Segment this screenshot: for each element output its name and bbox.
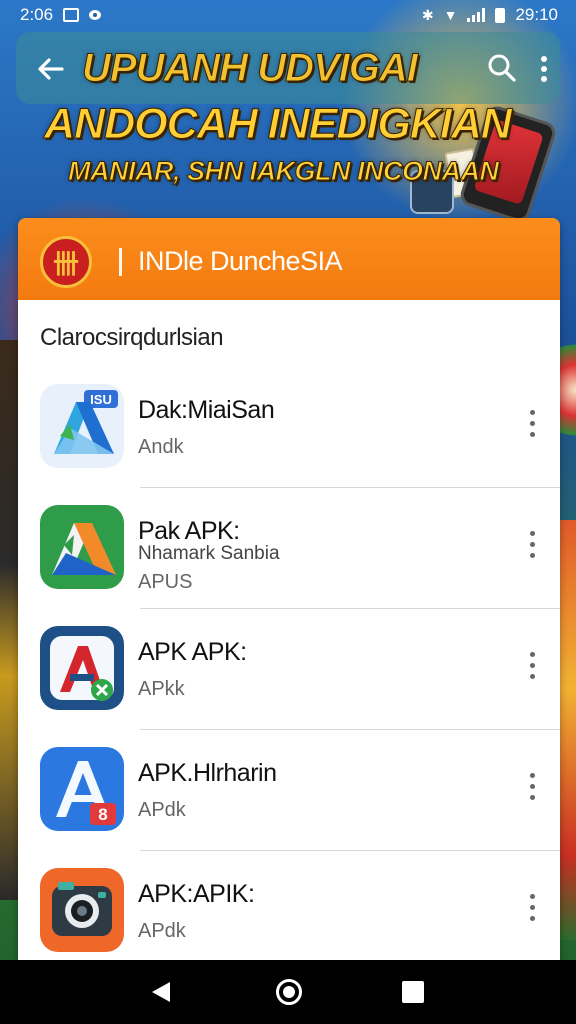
app-developer: APUS	[138, 571, 193, 593]
nav-recents-icon[interactable]	[402, 981, 424, 1003]
app-developer: Andk	[138, 436, 184, 458]
more-vert-icon[interactable]	[524, 410, 540, 440]
nav-home-icon[interactable]	[276, 979, 302, 1005]
signal-icon	[467, 8, 486, 22]
app-developer: APkk	[138, 678, 185, 700]
more-vert-icon[interactable]	[524, 894, 540, 924]
app-name: Dak:MiaiSan	[138, 396, 275, 424]
app-name: APK APK:	[138, 638, 247, 666]
status-clock: 29:10	[515, 5, 558, 24]
letter-a-blue-app-icon: 8	[40, 747, 124, 831]
app-name: APK:APIK:	[138, 880, 255, 908]
camera-orange-app-icon	[40, 868, 124, 952]
app-list-card: 卌 INDle DuncheSIA Clarocsirqdurlsian ISU…	[18, 218, 560, 962]
more-vert-icon[interactable]	[536, 52, 552, 86]
bluetooth-icon: ✱	[421, 7, 434, 23]
list-item[interactable]: ISU Dak:MiaiSan Andk	[18, 366, 560, 487]
svg-text:8: 8	[98, 805, 107, 824]
more-vert-icon[interactable]	[524, 531, 540, 561]
svg-text:ISU: ISU	[90, 392, 112, 407]
wifi-icon: ▼	[443, 7, 458, 23]
banner-headline-1: UPUANH UDVIGAI	[82, 46, 419, 91]
navigation-bar	[0, 960, 576, 1024]
status-bar: 2:06 ✱ ▼ 29:10	[0, 0, 576, 30]
search-icon[interactable]	[486, 52, 518, 84]
app-name: Pak APK:	[138, 517, 240, 545]
section-label: Clarocsirqdurlsian	[40, 324, 224, 351]
more-vert-icon[interactable]	[524, 773, 540, 803]
list-item[interactable]: APK APK: APkk	[18, 608, 560, 729]
battery-icon	[495, 7, 506, 23]
app-description: Nhamark Sanbia	[138, 543, 280, 564]
list-item[interactable]: Pak APK: Nhamark Sanbia APUS	[18, 487, 560, 608]
list-item[interactable]: APK:APIK: APdk	[18, 850, 560, 962]
status-right: ✱ ▼ 29:10	[422, 5, 558, 25]
status-time: 2:06	[20, 5, 54, 24]
drive-style-blue-app-icon: ISU	[40, 384, 124, 468]
banner-subtitle: MANIAR, SHN IAKGLN INCONAAN	[67, 156, 499, 187]
app-developer: APdk	[138, 799, 186, 821]
nav-back-icon[interactable]	[150, 980, 172, 1004]
app-name: APK.Hlrharin	[138, 759, 277, 787]
emblem-logo-icon: 卌	[40, 236, 92, 288]
app-list: ISU Dak:MiaiSan Andk Pak APK: Nhamark Sa…	[18, 366, 560, 962]
list-item[interactable]: 8 APK.Hlrharin APdk	[18, 729, 560, 850]
drive-style-green-app-icon	[40, 505, 124, 589]
card-header-title: INDle DuncheSIA	[138, 246, 343, 276]
messenger-icon	[89, 10, 102, 20]
background-strip	[558, 520, 576, 940]
notification-icon	[63, 8, 80, 22]
banner-headline-2: ANDOCAH INEDIGKIAN	[44, 100, 513, 149]
app-developer: APdk	[138, 920, 186, 942]
back-arrow-icon[interactable]	[34, 52, 68, 86]
more-vert-icon[interactable]	[524, 652, 540, 682]
status-left: 2:06	[20, 5, 102, 25]
letter-a-red-app-icon	[40, 626, 124, 710]
card-header: 卌 INDle DuncheSIA	[18, 218, 560, 300]
header-divider	[119, 248, 122, 276]
